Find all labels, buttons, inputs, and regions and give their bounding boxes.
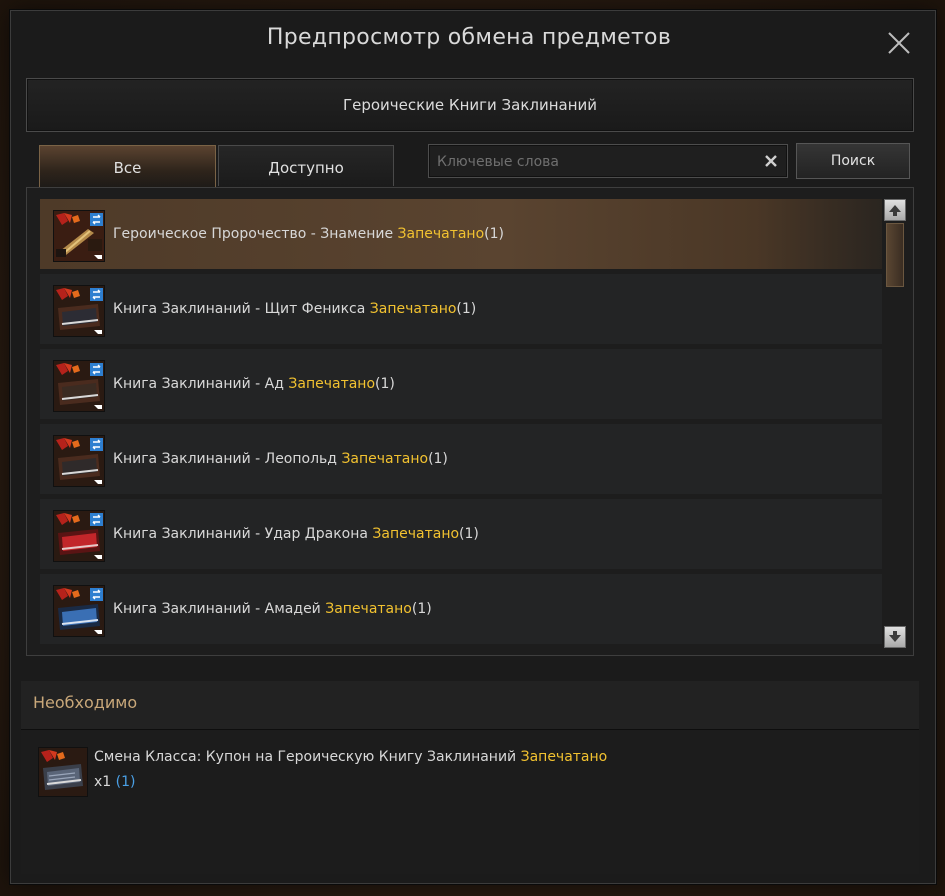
category-header: Героические Книги Заклинаний: [26, 78, 914, 132]
clear-search-icon[interactable]: [762, 152, 780, 170]
item-label: Героическое Пророчество - Знамение Запеч…: [113, 226, 504, 242]
list-item[interactable]: Книга Заклинаний - Удар Дракона Запечата…: [40, 499, 882, 569]
search-input[interactable]: [435, 145, 751, 179]
tab-all[interactable]: Все: [39, 145, 216, 188]
item-label: Книга Заклинаний - Щит Феникса Запечатан…: [113, 301, 477, 317]
tab-available[interactable]: Доступно: [218, 145, 394, 186]
list-item[interactable]: Книга Заклинаний - Щит Феникса Запечатан…: [40, 274, 882, 344]
spellbook-blue-icon: [53, 585, 105, 637]
required-item-label: Смена Класса: Купон на Героическую Книгу…: [94, 749, 608, 765]
required-section: Смена Класса: Купон на Героическую Книгу…: [21, 730, 919, 874]
list-item[interactable]: Книга Заклинаний - Амадей Запечатано(1): [40, 574, 882, 644]
list-item[interactable]: Книга Заклинаний - Леопольд Запечатано(1…: [40, 424, 882, 494]
spellbook-icon: [53, 360, 105, 412]
class-change-coupon-icon[interactable]: [38, 747, 88, 797]
scrollbar-thumb[interactable]: [886, 223, 904, 287]
scroll-down-icon[interactable]: [884, 626, 906, 648]
item-label: Книга Заклинаний - Леопольд Запечатано(1…: [113, 451, 448, 467]
search-button[interactable]: Поиск: [796, 143, 910, 179]
list-item[interactable]: Книга Заклинаний - Ад Запечатано(1): [40, 349, 882, 419]
spellbook-red-icon: [53, 510, 105, 562]
required-section-header: Необходимо: [21, 681, 919, 730]
spellbook-icon: [53, 285, 105, 337]
list-item[interactable]: Героическое Пророчество - Знамение Запеч…: [40, 199, 882, 269]
search-field: [428, 144, 788, 179]
exchange-preview-window: Предпросмотр обмена предметов Героически…: [10, 10, 936, 884]
required-title: Необходимо: [33, 693, 138, 712]
item-label: Книга Заклинаний - Удар Дракона Запечата…: [113, 526, 479, 542]
spellbook-icon: [53, 435, 105, 487]
close-icon[interactable]: [884, 28, 914, 58]
prophecy-scroll-icon: [53, 210, 105, 262]
required-quantity: x1 (1): [94, 774, 136, 790]
item-label: Книга Заклинаний - Ад Запечатано(1): [113, 376, 395, 392]
item-list: Героическое Пророчество - Знамение Запеч…: [26, 187, 914, 656]
item-label: Книга Заклинаний - Амадей Запечатано(1): [113, 601, 432, 617]
scroll-up-icon[interactable]: [884, 199, 906, 221]
window-title: Предпросмотр обмена предметов: [266, 25, 672, 50]
